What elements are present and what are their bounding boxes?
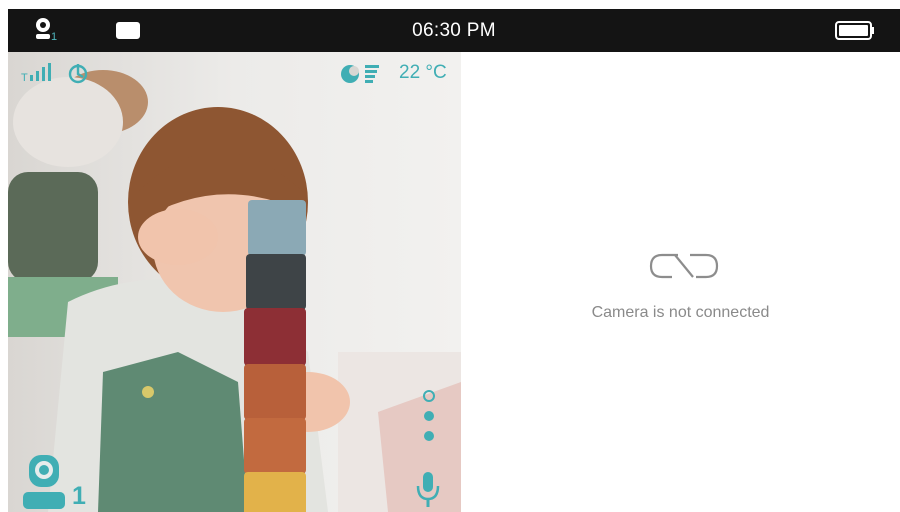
signal-icon: T: [21, 63, 51, 83]
monitor-screen: 1 06:30 PM T 22 °C 1 Camera is not conne…: [8, 9, 900, 512]
second-camera-panel[interactable]: Camera is not connected: [461, 52, 900, 512]
volume-indicator: [423, 390, 435, 441]
camera-video-feed[interactable]: T 22 °C 1: [8, 52, 461, 512]
vox-icon[interactable]: [66, 61, 90, 85]
clock: 06:30 PM: [412, 20, 496, 41]
camera-unit-icon[interactable]: [23, 455, 65, 509]
disconnected-icon: [649, 253, 719, 279]
temperature-bars-icon: [365, 65, 379, 83]
night-light-icon[interactable]: [340, 64, 360, 84]
camera-status-message: Camera is not connected: [591, 304, 770, 321]
svg-text:T: T: [21, 72, 28, 83]
camera-label: 1: [72, 482, 86, 510]
microphone-icon[interactable]: [415, 472, 441, 508]
temperature-readout: 22 °C: [399, 62, 447, 83]
battery-icon: [835, 21, 874, 40]
status-bar: 1 06:30 PM: [8, 9, 900, 52]
video-image: [8, 52, 461, 512]
